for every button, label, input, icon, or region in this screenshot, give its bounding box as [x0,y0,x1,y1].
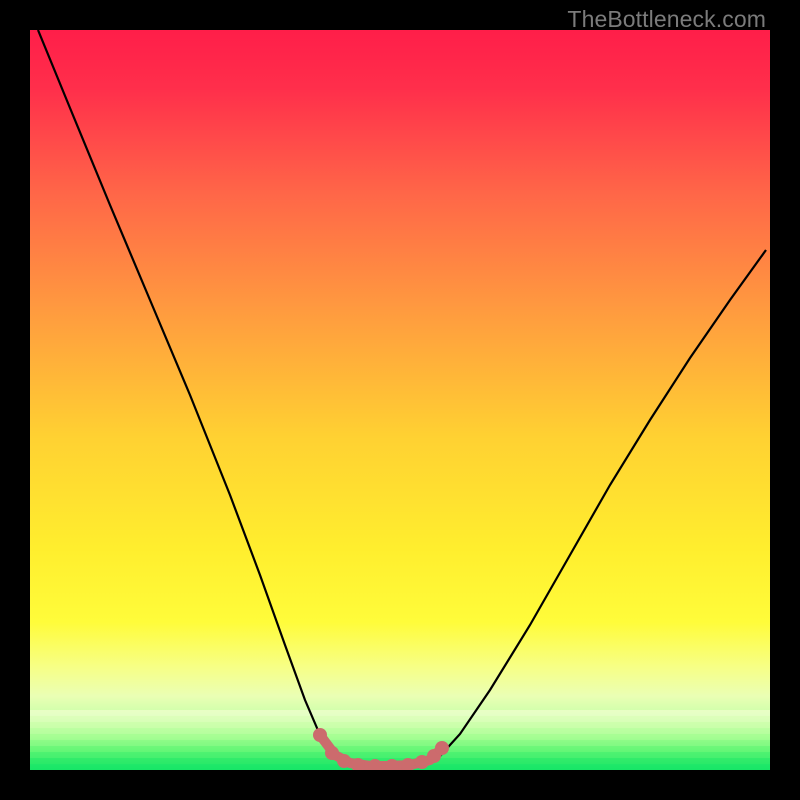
highlight-dot [415,755,429,769]
chart-canvas [30,30,770,770]
highlight-dot [325,746,339,760]
watermark-label: TheBottleneck.com [567,6,766,33]
chart-frame [30,30,770,770]
highlight-dot [337,754,351,768]
highlight-dot [435,741,449,755]
gradient-background [30,30,770,770]
highlight-dot [313,728,327,742]
